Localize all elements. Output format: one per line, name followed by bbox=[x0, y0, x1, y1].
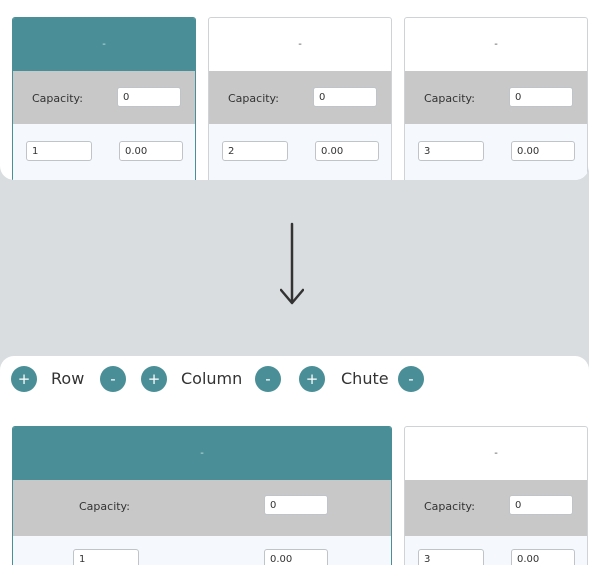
capacity-row: Capacity: 0 bbox=[13, 71, 195, 124]
chute-card-3[interactable]: - Capacity: 0 3 0.00 bbox=[404, 426, 588, 565]
chute-number-input[interactable]: 2 bbox=[222, 141, 288, 161]
capacity-row: Capacity: 0 bbox=[209, 71, 391, 124]
data-row: 3 0.00 bbox=[405, 124, 587, 180]
chute-number-input[interactable]: 3 bbox=[418, 141, 484, 161]
chute-value-input[interactable]: 0.00 bbox=[264, 549, 328, 565]
chute-card-2[interactable]: - Capacity: 0 2 0.00 bbox=[208, 17, 392, 180]
capacity-row: Capacity: 0 bbox=[405, 71, 587, 124]
chute-number-input[interactable]: 1 bbox=[73, 549, 139, 565]
capacity-label: Capacity: bbox=[32, 92, 83, 105]
capacity-label: Capacity: bbox=[424, 92, 475, 105]
chute-number-input[interactable]: 1 bbox=[26, 141, 92, 161]
chute-header: - bbox=[298, 39, 302, 50]
capacity-input[interactable]: 0 bbox=[264, 495, 328, 515]
data-row: 1 0.00 bbox=[13, 536, 391, 565]
chute-header: - bbox=[13, 427, 391, 480]
remove-row-button[interactable]: - bbox=[100, 366, 126, 392]
capacity-input[interactable]: 0 bbox=[313, 87, 377, 107]
capacity-label: Capacity: bbox=[79, 500, 130, 513]
chute-card-1[interactable]: - Capacity: 0 1 0.00 bbox=[12, 17, 196, 180]
capacity-input[interactable]: 0 bbox=[509, 87, 573, 107]
remove-chute-button[interactable]: - bbox=[398, 366, 424, 392]
chute-value-input[interactable]: 0.00 bbox=[511, 549, 575, 565]
capacity-input[interactable]: 0 bbox=[117, 87, 181, 107]
data-row: 2 0.00 bbox=[209, 124, 391, 180]
add-row-button[interactable]: + bbox=[11, 366, 37, 392]
column-label: Column bbox=[181, 369, 243, 388]
chute-value-input[interactable]: 0.00 bbox=[119, 141, 183, 161]
chute-header: - bbox=[13, 18, 195, 71]
capacity-label: Capacity: bbox=[424, 500, 475, 513]
chute-card-merged[interactable]: - Capacity: 0 1 0.00 bbox=[12, 426, 392, 565]
capacity-row: Capacity: 0 bbox=[405, 480, 587, 536]
chute-label: Chute bbox=[341, 369, 389, 388]
remove-column-button[interactable]: - bbox=[255, 366, 281, 392]
chute-value-input[interactable]: 0.00 bbox=[511, 141, 575, 161]
bottom-panel: + Row - + Column - + Chute - - Capacity:… bbox=[0, 356, 589, 565]
chute-header: - bbox=[494, 448, 498, 459]
data-row: 3 0.00 bbox=[405, 536, 587, 565]
chute-value-input[interactable]: 0.00 bbox=[315, 141, 379, 161]
capacity-input[interactable]: 0 bbox=[509, 495, 573, 515]
data-row: 1 0.00 bbox=[13, 124, 195, 180]
add-chute-button[interactable]: + bbox=[299, 366, 325, 392]
capacity-row: Capacity: 0 bbox=[13, 480, 391, 536]
add-column-button[interactable]: + bbox=[141, 366, 167, 392]
row-label: Row bbox=[51, 369, 85, 388]
top-panel: - Capacity: 0 1 0.00 - Capacity: 0 2 0.0… bbox=[0, 0, 589, 180]
chute-card-3[interactable]: - Capacity: 0 3 0.00 bbox=[404, 17, 588, 180]
chute-header: - bbox=[494, 39, 498, 50]
arrow-down-icon bbox=[280, 222, 304, 305]
chute-number-input[interactable]: 3 bbox=[418, 549, 484, 565]
capacity-label: Capacity: bbox=[228, 92, 279, 105]
